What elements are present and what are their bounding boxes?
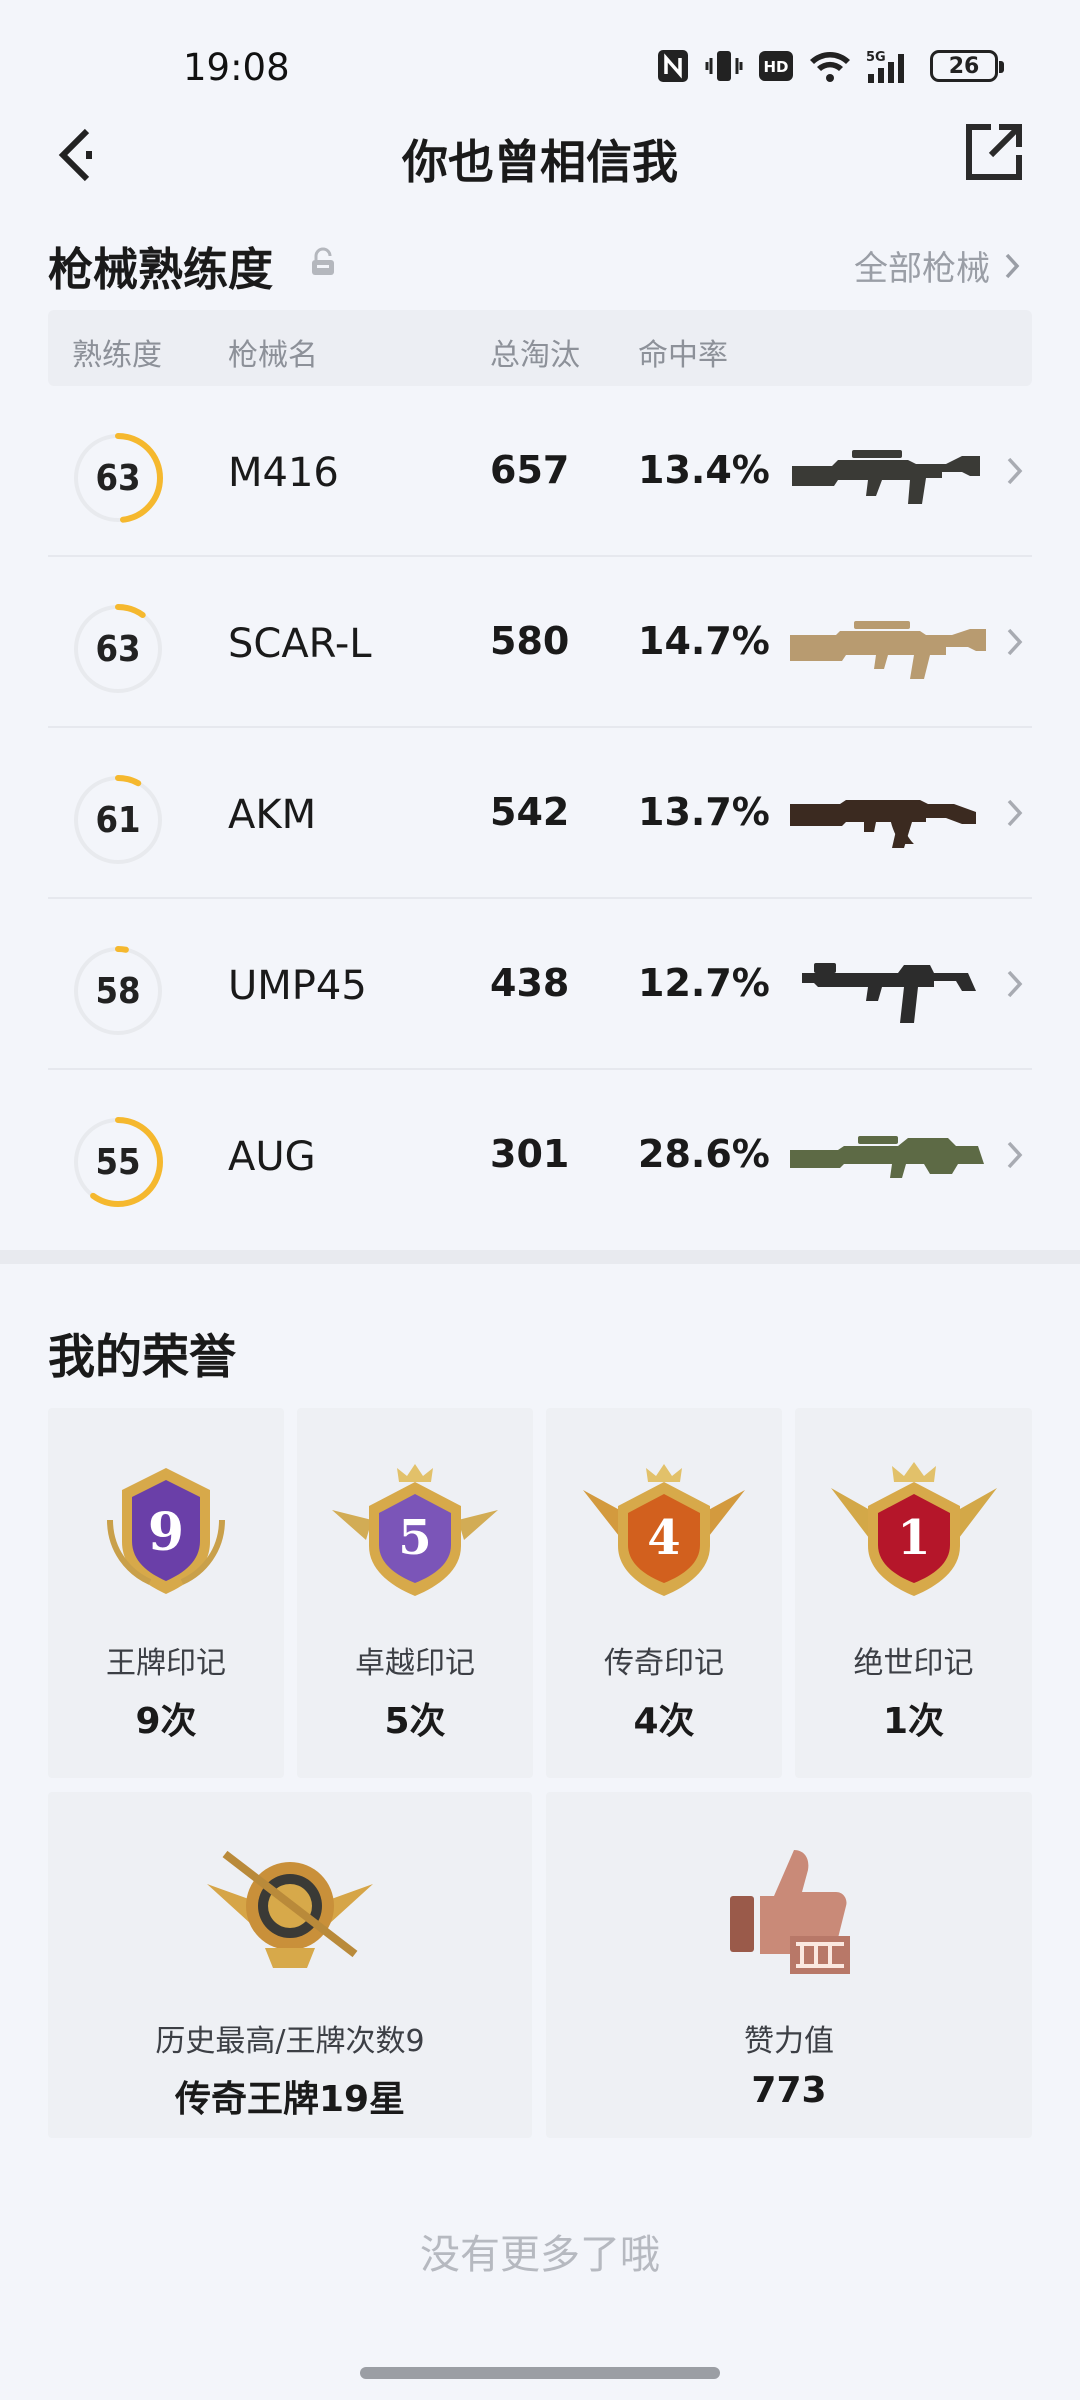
weapons-section-header: 枪械熟练度 全部枪械 (48, 225, 1032, 296)
header-kills: 总淘汰 (490, 338, 580, 373)
proficiency-level: 61 (95, 799, 141, 841)
weapon-kills: 542 (490, 790, 570, 834)
svg-text:1: 1 (897, 1510, 930, 1566)
weapon-accuracy: 13.7% (638, 790, 770, 834)
honors-section-title: 我的荣誉 (48, 1330, 236, 1385)
chevron-right-icon (1005, 253, 1020, 278)
weapon-row[interactable]: 58 UMP45 438 12.7% (48, 899, 1032, 1070)
weapon-accuracy: 13.4% (638, 448, 770, 492)
weapon-accuracy: 14.7% (638, 619, 770, 663)
nfc-icon (656, 48, 690, 84)
weapon-accuracy: 28.6% (638, 1132, 770, 1176)
battery-indicator: 26 (930, 50, 1004, 82)
m416-rifle-icon (792, 450, 980, 504)
share-icon (966, 124, 1022, 180)
honor-value: 773 (751, 2070, 827, 2111)
weapon-name: M416 (228, 450, 339, 496)
ump45-smg-icon (802, 963, 976, 1023)
honor-card-ace[interactable]: 9 王牌印记 9次 (48, 1408, 284, 1778)
status-icons: HD 5G 26 (656, 48, 1004, 84)
legend-mark-medal-icon: 4 (583, 1464, 745, 1596)
share-button[interactable] (958, 116, 1030, 188)
chevron-right-icon (1007, 628, 1023, 656)
proficiency-level: 63 (95, 628, 141, 670)
weapon-name: SCAR-L (228, 621, 372, 667)
honor-value: 传奇王牌19星 (174, 2079, 406, 2120)
all-weapons-link[interactable]: 全部枪械 (854, 241, 1020, 290)
honor-value: 1次 (882, 1701, 945, 1742)
svg-text:HD: HD (763, 58, 788, 76)
honor-label: 卓越印记 (355, 1646, 475, 1681)
thumbs-up-icon (730, 1850, 850, 1974)
proficiency-level: 58 (95, 970, 141, 1012)
weapons-table-header: 熟练度 枪械名 总淘汰 命中率 (48, 310, 1032, 386)
weapon-row[interactable]: 63 SCAR-L 580 14.7% (48, 557, 1032, 728)
chevron-right-icon (1007, 799, 1023, 827)
weapon-kills: 657 (490, 448, 570, 492)
all-weapons-label: 全部枪械 (854, 249, 990, 289)
proficiency-level: 55 (95, 1141, 141, 1183)
weapon-row[interactable]: 61 AKM 542 13.7% (48, 728, 1032, 899)
honor-card-highest-rank[interactable]: 历史最高/王牌次数9 传奇王牌19星 (48, 1792, 532, 2138)
proficiency-level: 63 (95, 457, 141, 499)
weapon-kills: 301 (490, 1132, 570, 1176)
weapon-accuracy: 12.7% (638, 961, 770, 1005)
header-proficiency: 熟练度 (72, 338, 162, 373)
svg-text:4: 4 (647, 1510, 680, 1566)
no-more-text: 没有更多了哦 (420, 2232, 660, 2278)
akm-rifle-icon (790, 800, 976, 848)
nav-bar: 你也曾相信我 (0, 110, 1080, 200)
highest-rank-emblem-icon (207, 1850, 373, 1968)
hd-icon: HD (758, 50, 794, 82)
svg-text:5: 5 (398, 1510, 431, 1566)
chevron-right-icon (1007, 457, 1023, 485)
weapon-kills: 438 (490, 961, 570, 1005)
weapon-kills: 580 (490, 619, 570, 663)
honor-value: 4次 (633, 1701, 695, 1742)
vibrate-icon (704, 48, 744, 84)
header-weapon-name: 枪械名 (228, 338, 318, 373)
honor-label: 绝世印记 (853, 1646, 974, 1681)
svg-text:9: 9 (148, 1502, 184, 1563)
weapon-name: AUG (228, 1134, 316, 1180)
section-divider (0, 1250, 1080, 1264)
status-time: 19:08 (183, 46, 290, 89)
weapons-section-title: 枪械熟练度 (48, 243, 274, 296)
weapon-row[interactable]: 63 M416 657 13.4% (48, 386, 1032, 557)
honor-label: 赞力值 (744, 2024, 834, 2059)
honor-card-peerless[interactable]: 1 绝世印记 1次 (795, 1408, 1032, 1778)
header-accuracy: 命中率 (638, 338, 728, 373)
honor-card-legend[interactable]: 4 传奇印记 4次 (546, 1408, 782, 1778)
honor-value: 9次 (135, 1701, 197, 1742)
chevron-right-icon (1007, 1141, 1023, 1169)
honor-card-likes[interactable]: 赞力值 773 (546, 1792, 1032, 2138)
aug-rifle-icon (790, 1136, 984, 1178)
chevron-right-icon (1007, 970, 1023, 998)
honor-label: 历史最高/王牌次数9 (155, 2024, 425, 2059)
weapon-name: UMP45 (228, 963, 367, 1009)
page-title: 你也曾相信我 (402, 135, 678, 189)
weapon-name: AKM (228, 792, 317, 838)
wifi-icon (808, 49, 852, 83)
honor-label: 王牌印记 (106, 1646, 226, 1681)
ace-mark-medal-icon: 9 (107, 1468, 225, 1594)
signal-5g-icon: 5G (866, 48, 916, 84)
excellence-mark-medal-icon: 5 (332, 1464, 498, 1596)
honor-value: 5次 (384, 1701, 446, 1742)
weapon-row[interactable]: 55 AUG 301 28.6% (48, 1070, 1032, 1241)
honor-label: 传奇印记 (604, 1646, 724, 1681)
home-indicator[interactable] (360, 2367, 720, 2379)
peerless-mark-medal-icon: 1 (830, 1462, 997, 1596)
lock-icon[interactable] (310, 247, 336, 281)
weapons-list: 63 M416 657 13.4% 63 SCAR-L 580 14.7% 61… (48, 386, 1032, 1241)
svg-text:5G: 5G (866, 50, 886, 65)
scar-l-rifle-icon (790, 621, 986, 679)
honor-card-excellence[interactable]: 5 卓越印记 5次 (297, 1408, 533, 1778)
